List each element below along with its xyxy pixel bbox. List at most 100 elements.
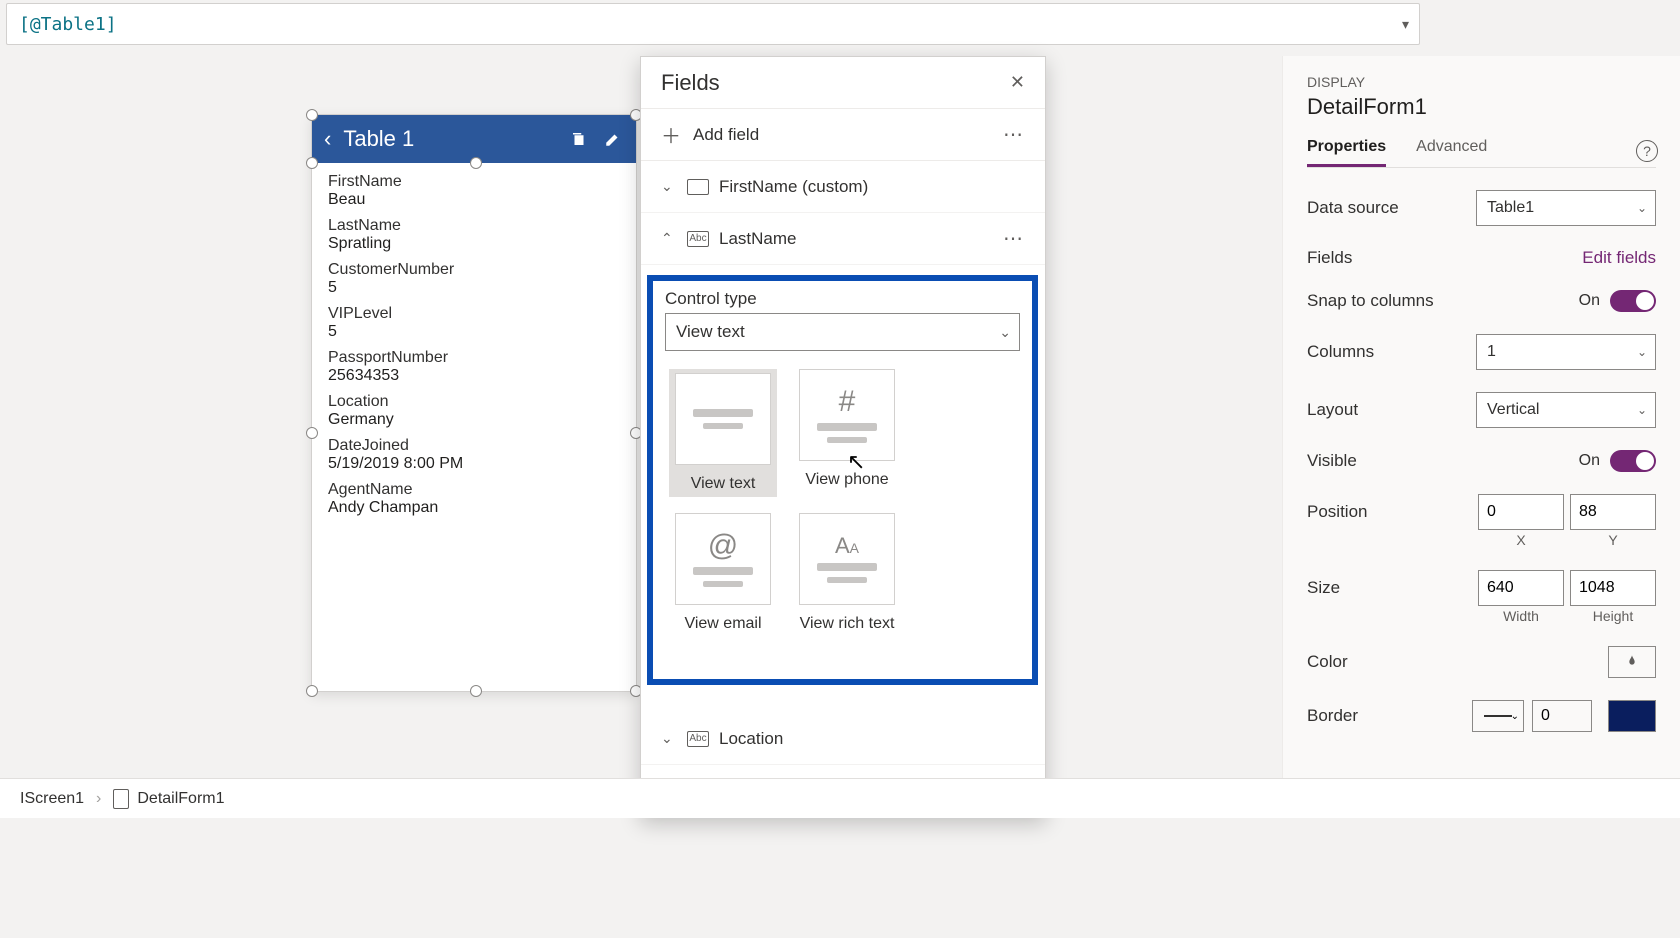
add-field-button[interactable]: ＋ Add field ⋯ xyxy=(641,109,1045,161)
preview-field: FirstNameBeau xyxy=(312,169,636,213)
option-label: View text xyxy=(691,475,756,493)
edit-fields-link[interactable]: Edit fields xyxy=(1582,248,1656,268)
formula-text: [@Table1] xyxy=(19,14,117,35)
preview-field: DateJoined5/19/2019 8:00 PM xyxy=(312,433,636,477)
preview-field: PassportNumber25634353 xyxy=(312,345,636,389)
preview-title: Table 1 xyxy=(343,126,556,152)
columns-select[interactable]: 1 ⌄ xyxy=(1476,334,1656,370)
abc-icon: Abc xyxy=(687,731,709,747)
chevron-down-icon: ⌄ xyxy=(661,730,677,747)
selection-handle[interactable] xyxy=(306,109,318,121)
size-height-input[interactable]: 1048 xyxy=(1570,570,1656,606)
prop-data-source: Data source Table1 ⌄ xyxy=(1307,190,1656,226)
prop-label: Columns xyxy=(1307,342,1476,362)
breadcrumb-screen[interactable]: IScreen1 xyxy=(8,790,96,808)
chevron-down-icon[interactable]: ▾ xyxy=(1402,16,1409,33)
prop-label: Border xyxy=(1307,706,1464,726)
prop-position: Position 0 88 xyxy=(1307,494,1656,530)
prop-label: Fields xyxy=(1307,248,1582,268)
prop-columns: Columns 1 ⌄ xyxy=(1307,334,1656,370)
add-field-label: Add field xyxy=(693,125,759,145)
chevron-down-icon: ⌄ xyxy=(999,324,1011,341)
selection-handle[interactable] xyxy=(470,685,482,697)
select-value: Vertical xyxy=(1487,401,1539,419)
plus-icon: ＋ xyxy=(661,120,681,149)
prop-label: Data source xyxy=(1307,198,1476,218)
control-type-label: Control type xyxy=(665,289,1020,309)
detail-form-preview[interactable]: ‹ Table 1 FirstNameBeau LastNameSpratlin… xyxy=(311,114,637,692)
properties-panel: DISPLAY DetailForm1 ? Properties Advance… xyxy=(1282,56,1680,818)
fields-panel-title: Fields xyxy=(661,70,1010,96)
tab-advanced[interactable]: Advanced xyxy=(1416,138,1487,167)
field-item-lastname[interactable]: ⌃ Abc LastName ⋯ xyxy=(641,213,1045,265)
view-richtext-thumb: AA xyxy=(799,513,895,605)
control-type-option-viewrichtext[interactable]: AA View rich text xyxy=(793,513,901,633)
delete-icon[interactable] xyxy=(568,128,590,150)
select-value: Table1 xyxy=(1487,199,1534,217)
help-icon[interactable]: ? xyxy=(1636,140,1658,162)
border-width-input[interactable]: 0 xyxy=(1532,700,1592,732)
prop-label: Size xyxy=(1307,578,1478,598)
layout-select[interactable]: Vertical ⌄ xyxy=(1476,392,1656,428)
select-value: 1 xyxy=(1487,343,1496,361)
size-width-input[interactable]: 640 xyxy=(1478,570,1564,606)
display-label: DISPLAY xyxy=(1307,74,1656,90)
x-label: X xyxy=(1478,532,1564,548)
breadcrumb-label: DetailForm1 xyxy=(137,790,224,808)
control-type-select[interactable]: View text ⌄ xyxy=(665,313,1020,351)
control-type-dropdown: Control type View text ⌄ View text # Vie… xyxy=(647,275,1038,685)
data-source-select[interactable]: Table1 ⌄ xyxy=(1476,190,1656,226)
more-icon[interactable]: ⋯ xyxy=(1003,122,1025,147)
breadcrumb-form[interactable]: DetailForm1 xyxy=(101,789,236,809)
preview-field: VIPLevel5 xyxy=(312,301,636,345)
border-color-swatch[interactable] xyxy=(1608,700,1656,732)
width-label: Width xyxy=(1478,608,1564,624)
edit-icon[interactable] xyxy=(602,128,624,150)
properties-tabs: Properties Advanced xyxy=(1307,138,1656,168)
formula-bar[interactable]: [@Table1] ▾ xyxy=(6,3,1420,45)
back-arrow-icon[interactable]: ‹ xyxy=(324,126,331,152)
size-sublabels: Width Height xyxy=(1307,608,1656,624)
abc-icon: Abc xyxy=(687,231,709,247)
form-name: DetailForm1 xyxy=(1307,94,1656,120)
prop-color: Color xyxy=(1307,646,1656,678)
preview-field: AgentNameAndy Champan xyxy=(312,477,636,521)
selection-handle[interactable] xyxy=(306,157,318,169)
control-type-options: View text # View phone @ View email AA V… xyxy=(665,365,1020,637)
prop-visible: Visible On xyxy=(1307,450,1656,472)
prop-size: Size 640 1048 xyxy=(1307,570,1656,606)
selection-handle[interactable] xyxy=(470,157,482,169)
visible-toggle[interactable] xyxy=(1610,450,1656,472)
position-x-input[interactable]: 0 xyxy=(1478,494,1564,530)
preview-field: CustomerNumber5 xyxy=(312,257,636,301)
close-icon[interactable]: ✕ xyxy=(1010,72,1025,93)
control-type-option-viewphone[interactable]: # View phone xyxy=(793,369,901,497)
breadcrumb: IScreen1 › DetailForm1 xyxy=(0,778,1680,818)
chevron-down-icon: ⌄ xyxy=(1637,403,1647,417)
prop-snap: Snap to columns On xyxy=(1307,290,1656,312)
preview-body: FirstNameBeau LastNameSpratling Customer… xyxy=(312,163,636,527)
color-swatch[interactable] xyxy=(1608,646,1656,678)
tab-properties[interactable]: Properties xyxy=(1307,138,1386,167)
field-item-label: LastName xyxy=(719,229,796,249)
preview-field: LastNameSpratling xyxy=(312,213,636,257)
y-label: Y xyxy=(1570,532,1656,548)
control-type-value: View text xyxy=(676,322,745,342)
toggle-label: On xyxy=(1579,452,1600,470)
selection-handle[interactable] xyxy=(306,685,318,697)
control-type-option-viewemail[interactable]: @ View email xyxy=(669,513,777,633)
view-email-thumb: @ xyxy=(675,513,771,605)
selection-handle[interactable] xyxy=(306,427,318,439)
chevron-down-icon: ⌄ xyxy=(1637,201,1647,215)
control-type-option-viewtext[interactable]: View text xyxy=(669,369,777,497)
more-icon[interactable]: ⋯ xyxy=(1003,226,1025,251)
height-label: Height xyxy=(1570,608,1656,624)
field-item-firstname[interactable]: ⌄ FirstName (custom) xyxy=(641,161,1045,213)
border-style-select[interactable]: ⌄ xyxy=(1472,700,1524,732)
breadcrumb-label: IScreen1 xyxy=(20,790,84,808)
position-y-input[interactable]: 88 xyxy=(1570,494,1656,530)
snap-toggle[interactable] xyxy=(1610,290,1656,312)
view-phone-thumb: # xyxy=(799,369,895,461)
prop-layout: Layout Vertical ⌄ xyxy=(1307,392,1656,428)
field-item-location[interactable]: ⌄ Abc Location xyxy=(641,713,1045,765)
